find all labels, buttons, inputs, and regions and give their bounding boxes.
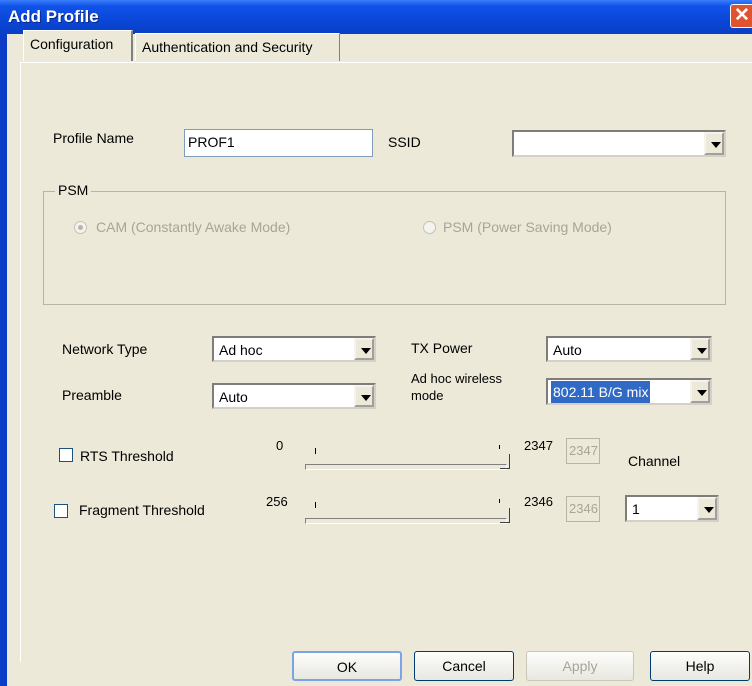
fragment-threshold-checkbox[interactable]	[54, 504, 68, 518]
cam-radio[interactable]	[74, 221, 87, 234]
psm-radio-label[interactable]: PSM (Power Saving Mode)	[443, 219, 612, 235]
rts-value-box[interactable]: 2347	[566, 438, 600, 464]
fragment-slider-tick-max	[499, 499, 500, 503]
chevron-down-icon[interactable]	[697, 497, 717, 520]
profile-name-input[interactable]: PROF1	[184, 129, 373, 157]
fragment-value-box[interactable]: 2346	[566, 496, 600, 522]
network-type-label: Network Type	[62, 341, 148, 357]
psm-group-label: PSM	[55, 182, 92, 198]
preamble-dropdown[interactable]: Auto	[212, 383, 376, 409]
chevron-down-icon[interactable]	[690, 380, 710, 403]
psm-groupbox	[43, 191, 726, 305]
preamble-value: Auto	[219, 389, 248, 405]
rts-threshold-checkbox[interactable]	[59, 448, 73, 462]
close-icon: ✕	[734, 5, 750, 26]
cam-radio-label[interactable]: CAM (Constantly Awake Mode)	[96, 219, 290, 235]
rts-slider-tick-min	[315, 448, 316, 454]
help-button[interactable]: Help	[650, 651, 750, 681]
adhoc-mode-label-line2: mode	[411, 388, 444, 403]
adhoc-mode-dropdown[interactable]: 802.11 B/G mix	[546, 378, 712, 405]
tx-power-value: Auto	[553, 342, 582, 358]
rts-slider-track[interactable]	[305, 464, 507, 470]
chevron-down-icon[interactable]	[704, 132, 724, 155]
channel-label: Channel	[628, 453, 681, 469]
ssid-label: SSID	[388, 134, 421, 150]
network-type-dropdown[interactable]: Ad hoc	[212, 336, 376, 362]
apply-button[interactable]: Apply	[526, 651, 634, 681]
adhoc-mode-label-line1: Ad hoc wireless	[411, 371, 503, 386]
close-button[interactable]: ✕	[730, 4, 752, 28]
cancel-button[interactable]: Cancel	[414, 651, 514, 681]
rts-slider-tick-max	[499, 445, 500, 449]
ok-button[interactable]: OK	[292, 651, 402, 681]
chevron-down-icon[interactable]	[690, 338, 710, 360]
tab-authentication-security[interactable]: Authentication and Security	[135, 33, 340, 61]
profile-name-label: Profile Name	[53, 130, 134, 146]
rts-threshold-label[interactable]: RTS Threshold	[80, 448, 174, 464]
rts-min-label: 0	[276, 438, 284, 453]
chevron-down-icon[interactable]	[354, 338, 374, 360]
channel-value: 1	[632, 501, 640, 517]
chevron-down-icon[interactable]	[354, 385, 374, 407]
channel-dropdown[interactable]: 1	[625, 495, 719, 522]
fragment-slider-track[interactable]	[305, 518, 507, 524]
tx-power-dropdown[interactable]: Auto	[546, 336, 712, 362]
fragment-slider-thumb[interactable]	[500, 508, 510, 523]
rts-slider-thumb[interactable]	[500, 454, 510, 469]
preamble-label: Preamble	[62, 387, 122, 403]
fragment-slider-tick-min	[315, 502, 316, 508]
network-type-value: Ad hoc	[219, 342, 263, 358]
tab-configuration[interactable]: Configuration	[23, 30, 133, 61]
rts-max-label: 2347	[524, 438, 553, 453]
fragment-threshold-label[interactable]: Fragment Threshold	[79, 502, 205, 518]
radio-selected-dot	[78, 225, 83, 230]
adhoc-mode-value: 802.11 B/G mix	[551, 381, 651, 403]
fragment-max-label: 2346	[524, 494, 553, 509]
window-title: Add Profile	[8, 7, 99, 26]
fragment-min-label: 256	[266, 494, 288, 509]
title-bar[interactable]: Add Profile ✕	[0, 0, 752, 34]
tx-power-label: TX Power	[411, 340, 473, 356]
psm-radio[interactable]	[423, 221, 436, 234]
ssid-dropdown[interactable]	[512, 130, 726, 157]
dialog-window: Add Profile ✕ Configuration Authenticati…	[0, 0, 752, 686]
